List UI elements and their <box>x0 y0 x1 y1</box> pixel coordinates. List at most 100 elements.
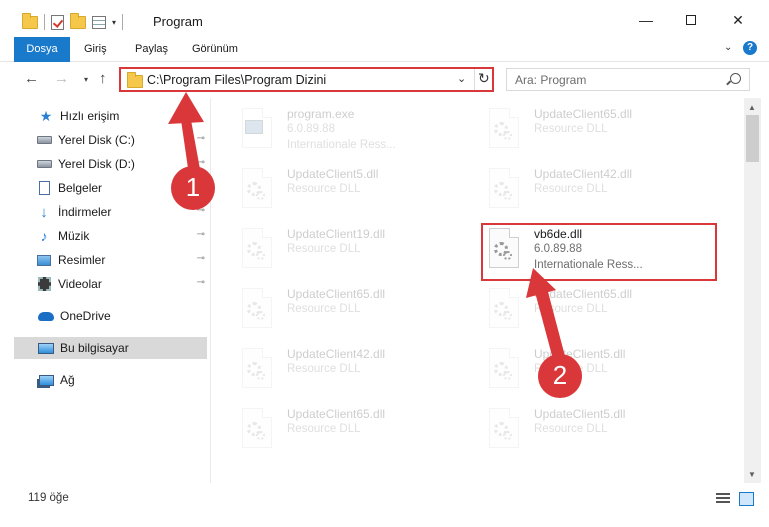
cloud-icon <box>38 308 54 324</box>
video-icon <box>36 276 52 292</box>
sidebar-item-music[interactable]: ♪ Müzik ⊸ <box>14 225 207 247</box>
file-item[interactable]: UpdateClient5.dll Resource DLL <box>466 402 706 460</box>
recent-locations-chevron-icon[interactable]: ▾ <box>84 75 88 84</box>
tab-paylas[interactable]: Paylaş <box>135 37 168 62</box>
sidebar-item-local-disk-c[interactable]: Yerel Disk (C:) ⊸ <box>14 129 207 151</box>
scroll-up-icon[interactable]: ▲ <box>748 103 756 112</box>
dll-file-icon <box>486 288 520 330</box>
sidebar-item-network[interactable]: Ağ <box>14 369 207 391</box>
properties-check-icon[interactable] <box>51 14 64 30</box>
file-item[interactable]: UpdateClient42.dll Resource DLL <box>219 342 459 400</box>
dll-file-icon <box>239 168 273 210</box>
address-separator <box>474 69 475 90</box>
download-icon: ↓ <box>40 203 48 221</box>
sidebar-item-pictures[interactable]: Resimler ⊸ <box>14 249 207 271</box>
file-item[interactable]: UpdateClient65.dll Resource DLL <box>466 102 706 160</box>
file-item[interactable]: UpdateClient42.dll Resource DLL <box>466 162 706 220</box>
maximize-button[interactable] <box>681 10 701 30</box>
dll-file-icon <box>239 348 273 390</box>
file-item[interactable]: UpdateClient5.dll Resource DLL <box>219 162 459 220</box>
file-item[interactable]: UpdateClient65.dll Resource DLL <box>466 282 706 340</box>
file-item[interactable]: program.exe 6.0.89.88 Internationale Res… <box>219 102 459 160</box>
pin-icon[interactable]: ⊸ <box>197 229 205 240</box>
details-view-icon[interactable] <box>716 493 730 505</box>
new-folder-icon[interactable] <box>70 12 86 29</box>
file-description: Internationale Ress... <box>287 139 396 151</box>
step-2-callout: 2 <box>538 354 582 398</box>
scrollbar-thumb[interactable] <box>746 115 759 162</box>
navigation-pane: ★ Hızlı erişim Yerel Disk (C:) ⊸ Yerel D… <box>0 100 209 478</box>
maximize-icon <box>686 15 696 25</box>
pane-divider[interactable] <box>210 98 211 483</box>
refresh-icon[interactable]: ↻ <box>478 70 490 87</box>
folder-icon <box>127 72 143 88</box>
sidebar-item-label: Ağ <box>60 373 75 387</box>
scroll-down-icon[interactable]: ▼ <box>748 470 756 479</box>
help-icon[interactable]: ? <box>743 41 757 55</box>
file-description: Resource DLL <box>287 363 361 375</box>
file-name: UpdateClient19.dll <box>287 227 386 241</box>
disk-icon <box>36 132 52 148</box>
pin-icon[interactable]: ⊸ <box>197 277 205 288</box>
computer-icon <box>38 340 54 356</box>
sidebar-item-label: Resimler <box>58 253 106 267</box>
selected-file-highlight-box <box>481 223 717 281</box>
ribbon-tabs: Dosya Giriş Paylaş Görünüm ⌄ ? <box>0 37 769 62</box>
address-path[interactable]: C:\Program Files\Program Dizini <box>147 73 326 87</box>
search-icon[interactable] <box>730 73 741 84</box>
tab-dosya[interactable]: Dosya <box>14 37 70 62</box>
sidebar-item-label: Yerel Disk (C:) <box>58 133 135 147</box>
sidebar-item-this-pc[interactable]: Bu bilgisayar <box>14 337 207 359</box>
file-description: Resource DLL <box>287 183 361 195</box>
exe-file-icon <box>239 108 273 150</box>
properties-icon[interactable] <box>92 15 106 29</box>
address-dropdown-icon[interactable]: ⌄ <box>457 72 466 85</box>
sidebar-item-label: Bu bilgisayar <box>60 341 129 355</box>
file-item[interactable]: UpdateClient19.dll Resource DLL <box>219 222 459 280</box>
up-button[interactable]: ↑ <box>99 70 107 87</box>
close-button[interactable]: ✕ <box>728 10 748 30</box>
pin-icon[interactable]: ⊸ <box>197 133 205 144</box>
star-icon: ★ <box>39 107 53 124</box>
item-count: 119 öğe <box>28 492 69 504</box>
file-item[interactable]: UpdateClient65.dll Resource DLL <box>219 282 459 340</box>
file-name: UpdateClient65.dll <box>287 287 386 301</box>
sidebar-item-label: Videolar <box>58 277 102 291</box>
file-description: Resource DLL <box>534 183 608 195</box>
file-description: Resource DLL <box>534 123 608 135</box>
forward-button[interactable]: → <box>54 70 69 87</box>
customize-toolbar-chevron-icon[interactable]: ▾ <box>112 18 116 27</box>
tab-gorunum[interactable]: Görünüm <box>192 37 238 62</box>
title-bar: ▾ Program — ✕ <box>0 0 769 40</box>
tab-giris[interactable]: Giriş <box>84 37 107 62</box>
file-item[interactable]: UpdateClient5.dll Resource DLL <box>466 342 706 400</box>
document-icon <box>36 180 52 196</box>
search-input[interactable]: Ara: Program <box>506 68 750 91</box>
expand-ribbon-chevron-icon[interactable]: ⌄ <box>724 42 732 53</box>
file-description: Resource DLL <box>287 243 361 255</box>
file-description: Resource DLL <box>287 423 361 435</box>
pictures-icon <box>36 252 52 268</box>
quick-access-toolbar: ▾ <box>22 12 124 31</box>
sidebar-item-label: Hızlı erişim <box>60 109 120 123</box>
large-icons-view-icon[interactable] <box>739 492 754 506</box>
pin-icon[interactable]: ⊸ <box>197 253 205 264</box>
music-icon: ♪ <box>40 228 48 244</box>
vertical-scrollbar[interactable]: ▲ ▼ <box>744 98 761 483</box>
step-1-callout: 1 <box>171 166 215 210</box>
sidebar-item-label: Müzik <box>58 229 90 243</box>
file-description: Resource DLL <box>287 303 361 315</box>
sidebar-item-label: Yerel Disk (D:) <box>58 157 135 171</box>
sidebar-item-quick-access[interactable]: ★ Hızlı erişim <box>14 105 207 127</box>
status-bar: 119 öğe <box>0 485 769 511</box>
file-name: UpdateClient65.dll <box>287 407 386 421</box>
sidebar-item-videos[interactable]: Videolar ⊸ <box>14 273 207 295</box>
address-bar[interactable]: C:\Program Files\Program Dizini ⌄ ↻ <box>119 67 494 92</box>
minimize-button[interactable]: — <box>636 10 656 30</box>
back-button[interactable]: ← <box>24 70 39 87</box>
sidebar-item-onedrive[interactable]: OneDrive <box>14 305 207 327</box>
dll-file-icon <box>239 408 273 450</box>
file-version: 6.0.89.88 <box>287 123 335 135</box>
sidebar-item-label: OneDrive <box>60 309 111 323</box>
file-item[interactable]: UpdateClient65.dll Resource DLL <box>219 402 459 460</box>
